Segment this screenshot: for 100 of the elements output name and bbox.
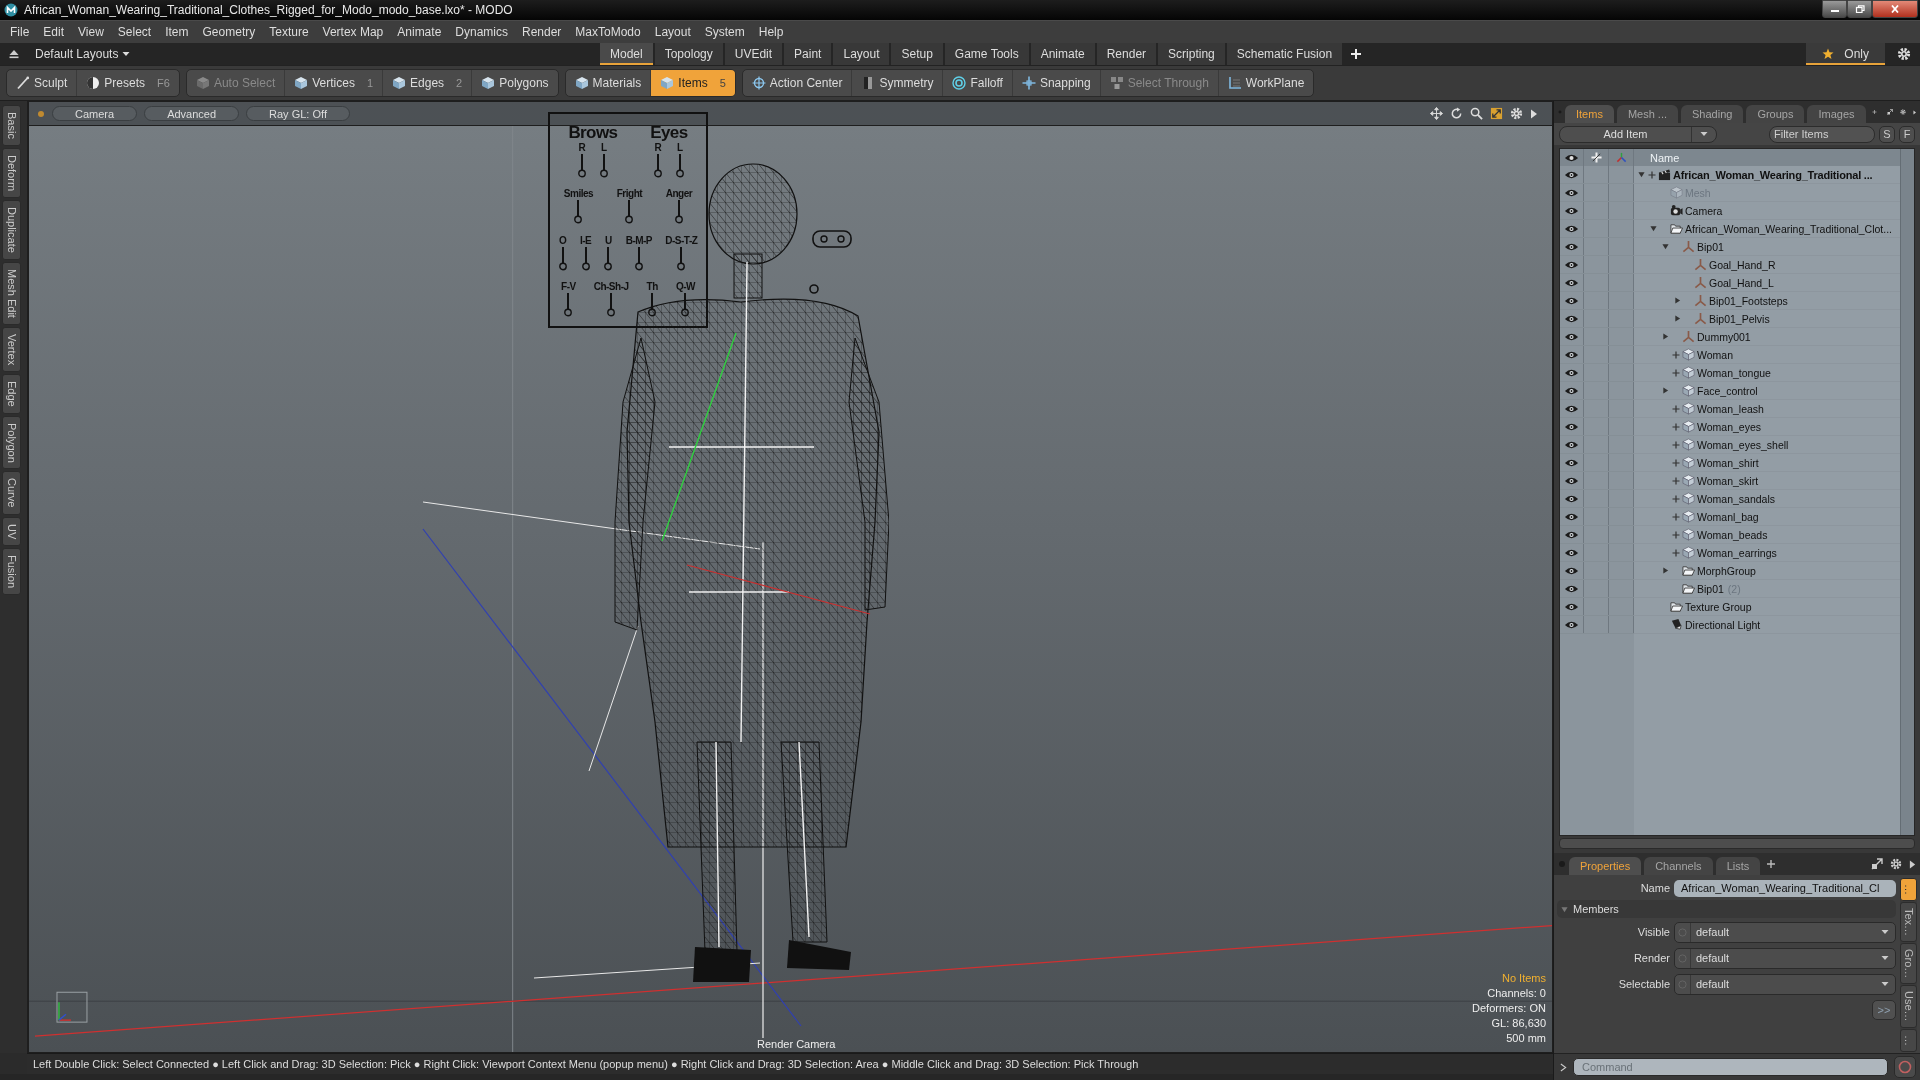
tree-row[interactable]: Bip01 xyxy=(1560,238,1900,256)
tree-row[interactable]: Dummy001 xyxy=(1560,328,1900,346)
panel-tab[interactable]: Shading xyxy=(1681,105,1744,123)
layout-tab[interactable]: Game Tools xyxy=(944,43,1029,65)
scrollbar-track[interactable] xyxy=(1900,149,1914,835)
eye-icon[interactable] xyxy=(1564,187,1579,198)
panel-tab[interactable]: Images xyxy=(1807,105,1866,123)
dropdown[interactable]: default xyxy=(1674,973,1896,995)
slider-handle-icon[interactable] xyxy=(675,154,684,179)
toolbar-button[interactable]: Sculpt xyxy=(7,70,78,96)
disclosure-triangle-icon[interactable] xyxy=(1662,333,1669,340)
plus-icon[interactable] xyxy=(1672,494,1680,503)
eye-icon[interactable] xyxy=(1564,529,1579,540)
eye-icon[interactable] xyxy=(1564,565,1579,576)
tool-tab[interactable]: Polygon xyxy=(2,415,21,470)
slider-handle-icon[interactable] xyxy=(677,246,686,271)
filter-field[interactable]: Filter Items xyxy=(1769,125,1875,143)
layout-tab[interactable]: Topology xyxy=(654,43,723,65)
disclosure-triangle-icon[interactable] xyxy=(1674,297,1681,304)
menu-item[interactable]: Texture xyxy=(262,25,316,39)
layout-tab[interactable]: Layout xyxy=(833,43,890,65)
tree-row[interactable]: Woman_skirt xyxy=(1560,472,1900,490)
dot-icon[interactable] xyxy=(37,109,45,118)
plus-icon[interactable] xyxy=(1672,368,1680,377)
tool-tab[interactable]: Duplicate xyxy=(2,199,21,260)
slider-handle-icon[interactable] xyxy=(674,200,683,225)
record-button[interactable] xyxy=(1894,1056,1916,1078)
side-tab[interactable]: Use… xyxy=(1900,985,1917,1029)
side-tab[interactable]: Tex… xyxy=(1900,902,1917,943)
name-field[interactable]: African_Woman_Wearing_Traditional_Cl xyxy=(1674,879,1896,897)
eye-icon[interactable] xyxy=(1564,169,1579,180)
side-tab[interactable]: … xyxy=(1900,1029,1917,1053)
eye-icon[interactable] xyxy=(1564,547,1579,558)
plus-icon[interactable] xyxy=(1672,530,1680,539)
slider-handle-icon[interactable] xyxy=(577,154,586,179)
slider-handle-icon[interactable] xyxy=(604,246,613,271)
panel-tab[interactable]: Lists xyxy=(1715,857,1761,875)
toolbar-button[interactable]: Falloff xyxy=(943,70,1013,96)
tree-row[interactable]: Woman_leash xyxy=(1560,400,1900,418)
minimize-button[interactable] xyxy=(1822,0,1847,18)
toolbar-button[interactable]: Snapping xyxy=(1012,70,1101,96)
eye-icon[interactable] xyxy=(1564,259,1579,270)
toolbar-button[interactable]: Items 5 xyxy=(651,70,735,96)
plus-icon[interactable] xyxy=(1672,458,1680,467)
toolbar-button[interactable]: Vertices 1 xyxy=(285,70,384,96)
settings-icon[interactable] xyxy=(1510,107,1523,120)
settings-icon[interactable] xyxy=(1897,47,1911,61)
tree-row[interactable]: Woman_shirt xyxy=(1560,454,1900,472)
disclosure-triangle-icon[interactable] xyxy=(1662,387,1669,394)
filter-option-button[interactable]: F xyxy=(1899,125,1915,143)
settings-icon[interactable] xyxy=(1890,858,1902,870)
cross-arrows-icon[interactable] xyxy=(1590,152,1602,163)
panel-tab[interactable]: Properties xyxy=(1569,857,1642,875)
toolbar-button[interactable]: Symmetry xyxy=(852,70,944,96)
eye-icon[interactable] xyxy=(1564,619,1579,630)
menu-item[interactable]: Help xyxy=(751,25,791,39)
eye-icon[interactable] xyxy=(1564,493,1579,504)
plus-icon[interactable] xyxy=(1672,476,1680,485)
toolbar-button[interactable]: Edges 2 xyxy=(383,70,473,96)
tree-row[interactable]: Directional Light xyxy=(1560,616,1900,634)
caret-icon[interactable] xyxy=(1909,859,1916,869)
menu-item[interactable]: Geometry xyxy=(195,25,263,39)
search-icon[interactable] xyxy=(1470,107,1483,120)
layout-tab[interactable]: Animate xyxy=(1030,43,1095,65)
tool-tab[interactable]: Edge xyxy=(2,373,21,414)
eye-icon[interactable] xyxy=(1564,421,1579,432)
eye-icon[interactable] xyxy=(1564,385,1579,396)
tree-row[interactable]: Face_control xyxy=(1560,382,1900,400)
layout-tab[interactable]: Setup xyxy=(891,43,943,65)
tree-row[interactable]: Womanl_bag xyxy=(1560,508,1900,526)
toolbar-button[interactable]: WorkPlane xyxy=(1218,70,1314,96)
rotate-icon[interactable] xyxy=(1450,107,1463,120)
restore-button[interactable] xyxy=(1847,0,1872,18)
eye-icon[interactable] xyxy=(1564,205,1579,216)
tree-row[interactable]: Woman_eyes_shell xyxy=(1560,436,1900,454)
menu-item[interactable]: Vertex Map xyxy=(315,25,391,39)
maximize-icon[interactable] xyxy=(1871,858,1883,870)
eye-icon[interactable] xyxy=(1564,349,1579,360)
viewport[interactable]: Camera Advanced Ray GL: Off Brows R L Eyes R L Smiles Fright Anger O I-E U B-M-P D-S-T-Z F-V Ch-Sh-J Th Q-W No Items Channels: 0 Deformers: ON GL: 86,630 500 mm Render Camera xyxy=(28,101,1553,1053)
move-icon[interactable] xyxy=(1430,107,1443,120)
tree-row[interactable]: Woman_sandals xyxy=(1560,490,1900,508)
tree-row[interactable]: Goal_Hand_L xyxy=(1560,274,1900,292)
slider-handle-icon[interactable] xyxy=(681,292,690,317)
toolbar-button[interactable]: Polygons xyxy=(472,70,558,96)
dropdown[interactable]: default xyxy=(1674,947,1896,969)
up-arrow-icon[interactable] xyxy=(8,48,20,60)
eye-icon[interactable] xyxy=(1564,583,1579,594)
plus-icon[interactable] xyxy=(1672,404,1680,413)
eye-icon[interactable] xyxy=(1564,439,1579,450)
layouts-dropdown[interactable]: Default Layouts xyxy=(32,47,134,61)
caret-icon[interactable] xyxy=(1530,108,1538,119)
slider-handle-icon[interactable] xyxy=(648,292,657,317)
eye-icon[interactable] xyxy=(1564,403,1579,414)
slider-handle-icon[interactable] xyxy=(625,200,634,225)
disclosure-triangle-icon[interactable] xyxy=(1662,567,1669,574)
disclosure-triangle-icon[interactable] xyxy=(1662,243,1669,250)
add-tab-icon[interactable] xyxy=(1766,859,1777,869)
layout-tab[interactable]: Scripting xyxy=(1158,43,1225,65)
menu-item[interactable]: Dynamics xyxy=(448,25,515,39)
close-button[interactable] xyxy=(1872,0,1918,18)
